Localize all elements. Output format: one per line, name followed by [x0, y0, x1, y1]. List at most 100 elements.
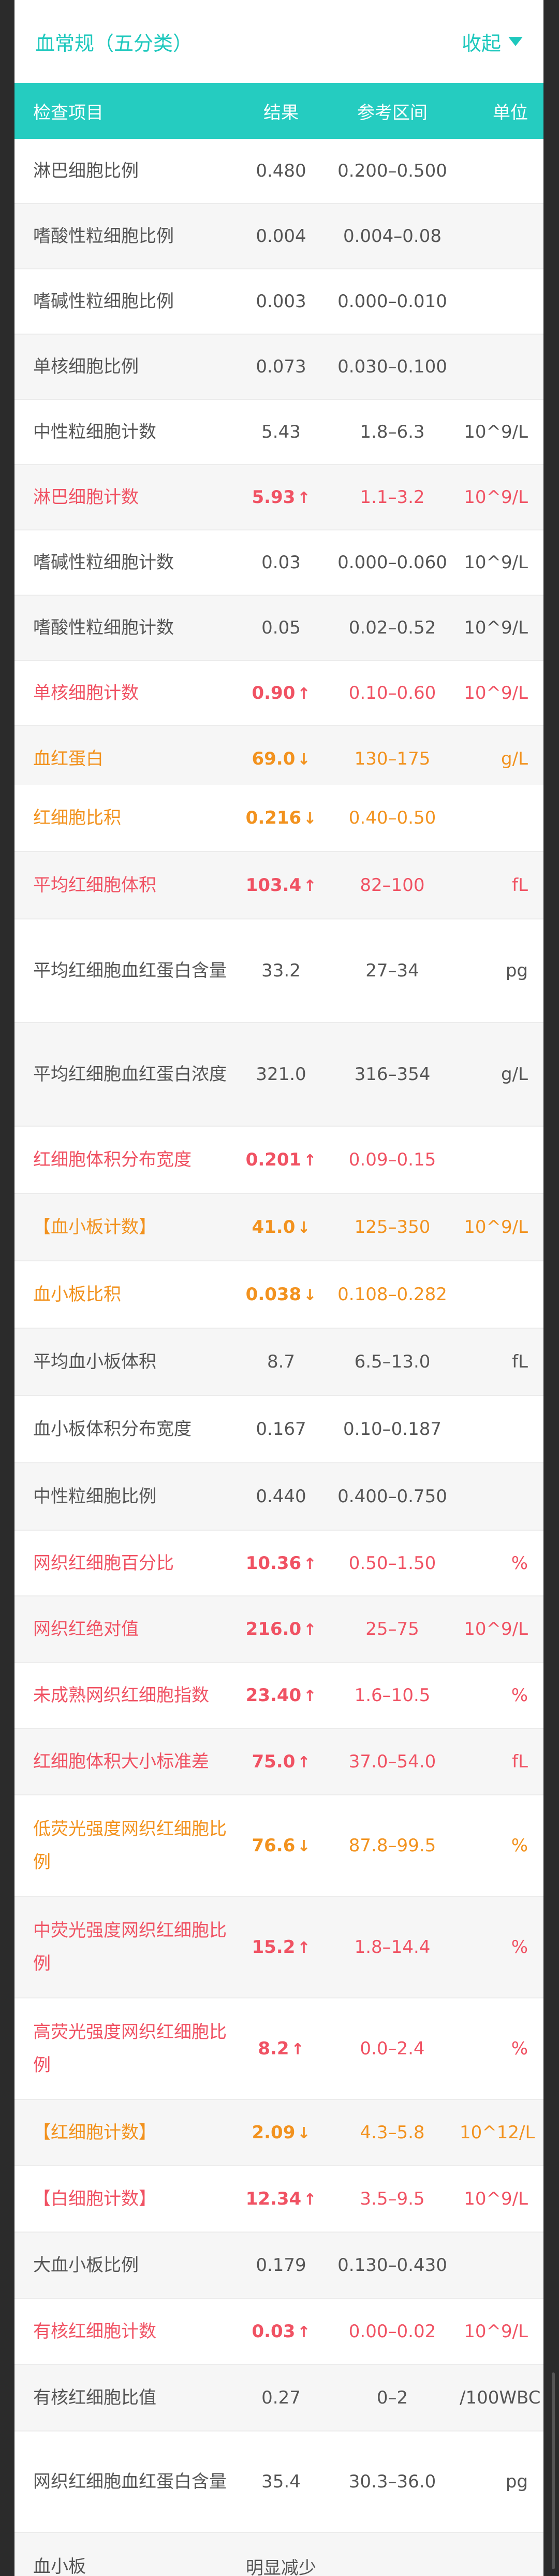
item-range: 6.5–13.0 — [354, 1351, 431, 1372]
item-unit: 10^9/L — [464, 617, 528, 638]
table-row: 平均红细胞血红蛋白含量 33.2 27–34 pg — [14, 919, 543, 1023]
item-range: 0.02–0.52 — [348, 617, 436, 638]
item-unit: 10^9/L — [464, 1619, 528, 1639]
item-result: 0.90 ↑ — [237, 683, 325, 703]
col-result-header: 结果 — [263, 102, 299, 123]
table-row: 【白细胞计数】 12.34 ↑ 3.5–9.5 10^9/L — [14, 2166, 543, 2233]
result-value: 75.0 — [252, 1751, 296, 1772]
item-unit: fL — [512, 875, 528, 896]
arrow-down-icon: ↓ — [297, 1837, 311, 1855]
item-unit: % — [511, 2038, 528, 2059]
item-range: 0.0–2.4 — [360, 2038, 425, 2059]
item-result: 0.03 ↑ — [237, 2321, 325, 2342]
table-row: 有核红细胞计数 0.03 ↑ 0.00–0.02 10^9/L — [14, 2299, 543, 2365]
item-unit: 10^9/L — [464, 422, 528, 442]
section-header: 血常规（五分类） 收起 — [14, 0, 543, 83]
table-row: 红细胞比积 0.216 ↓ 0.40–0.50 — [14, 785, 543, 852]
item-name: 血小板体积分布宽度 — [33, 1419, 192, 1440]
item-range: 0.09–0.15 — [348, 1149, 436, 1170]
item-range: 0.400–0.750 — [337, 1486, 447, 1507]
result-value: 15.2 — [252, 1937, 296, 1958]
result-value: 0.03 — [261, 552, 301, 573]
item-result: 35.4 — [237, 2471, 325, 2492]
item-result: 103.4 ↑ — [237, 875, 325, 896]
item-name: 红细胞体积大小标准差 — [33, 1751, 209, 1772]
item-name: 红细胞体积分布宽度 — [33, 1149, 192, 1170]
result-value: 103.4 — [245, 875, 302, 896]
item-range: 0.50–1.50 — [348, 1552, 436, 1574]
result-value: 41.0 — [252, 1217, 296, 1237]
item-name: 淋巴细胞计数 — [33, 487, 139, 508]
item-range: 0.030–0.100 — [337, 356, 447, 377]
item-result: 8.7 — [237, 1351, 325, 1372]
result-value: 0.038 — [245, 1284, 302, 1305]
report-section-1: 血常规（五分类） 收起 检查项目 结果 参考区间 单位 淋巴细胞比例 0.480 0… — [14, 0, 543, 785]
item-name: 有核红细胞计数 — [33, 2321, 156, 2342]
item-result: 41.0 ↓ — [237, 1217, 325, 1237]
item-name: 【白细胞计数】 — [33, 2189, 156, 2209]
table-body: 网织红绝对值 216.0 ↑ 25–75 10^9/L 未成熟网织红细胞指数 23.40 ↑ 1… — [14, 1596, 543, 2576]
item-name: 血小板 — [33, 2556, 86, 2576]
result-value: 10.36 — [245, 1552, 302, 1574]
collapse-button[interactable]: 收起 — [462, 27, 523, 56]
table-row: 低荧光强度网织红细胞比例 76.6 ↓ 87.8–99.5% — [14, 1795, 543, 1897]
item-result: 5.43 — [237, 422, 325, 442]
result-value: 0.167 — [256, 1419, 306, 1440]
table-row: 嗜碱性粒细胞计数 0.03 0.000–0.060 10^9/L — [14, 530, 543, 596]
result-value: 0.201 — [245, 1149, 302, 1170]
item-name: 高荧光强度网织红细胞比例 — [33, 2022, 227, 2076]
item-name: 平均红细胞血红蛋白含量 — [33, 960, 227, 981]
result-value: 8.7 — [267, 1351, 296, 1372]
item-result: 0.201 ↑ — [237, 1149, 325, 1170]
item-result: 0.003 — [237, 291, 325, 312]
arrow-down-icon: ↓ — [303, 1286, 317, 1304]
item-result: 0.167 — [237, 1419, 325, 1440]
item-name: 网织红细胞百分比 — [33, 1552, 174, 1574]
result-value: 8.2 — [258, 2038, 289, 2059]
result-value: 0.216 — [245, 808, 302, 828]
result-value: 0.90 — [252, 683, 296, 703]
result-value: 0.003 — [256, 291, 306, 312]
result-value: 2.09 — [252, 2122, 296, 2143]
result-value: 216.0 — [245, 1619, 302, 1639]
col-range-header: 参考区间 — [357, 102, 428, 123]
table-row: 【红细胞计数】 2.09 ↓ 4.3–5.8 10^12/L — [14, 2100, 543, 2166]
result-value: 0.073 — [256, 356, 306, 377]
arrow-up-icon: ↑ — [297, 1939, 311, 1957]
scrollbar[interactable] — [552, 2372, 555, 2569]
result-value: 明显减少 — [245, 2558, 316, 2576]
arrow-up-icon: ↑ — [303, 2191, 317, 2209]
arrow-up-icon: ↑ — [303, 1621, 317, 1639]
table-row: 嗜酸性粒细胞比例 0.004 0.004–0.08 — [14, 204, 543, 269]
item-result: 0.073 — [237, 356, 325, 377]
item-range: 87.8–99.5 — [348, 1835, 436, 1856]
item-range: 0.000–0.010 — [337, 291, 447, 312]
table-row: 平均红细胞体积 103.4 ↑ 82–100 fL — [14, 852, 543, 919]
table-row: 淋巴细胞计数 5.93 ↑ 1.1–3.2 10^9/L — [14, 465, 543, 530]
item-range: 0.10–0.60 — [348, 683, 436, 703]
table-row: 中性粒细胞比例 0.440 0.400–0.750 — [14, 1463, 543, 1531]
table-row: 网织红绝对值 216.0 ↑ 25–75 10^9/L — [14, 1596, 543, 1663]
item-range: 0.40–0.50 — [348, 808, 436, 828]
result-value: 0.179 — [256, 2255, 306, 2276]
result-value: 0.440 — [256, 1486, 306, 1507]
table-row: 嗜酸性粒细胞计数 0.05 0.02–0.52 10^9/L — [14, 596, 543, 661]
item-name: 【血小板计数】 — [33, 1217, 156, 1237]
item-unit: % — [511, 1685, 528, 1706]
item-result: 0.038 ↓ — [237, 1284, 325, 1305]
item-name: 红细胞比积 — [33, 808, 121, 828]
item-result: 10.36 ↑ — [237, 1553, 325, 1574]
item-range: 0.10–0.187 — [343, 1419, 442, 1440]
table-body: 淋巴细胞比例 0.480 0.200–0.500 嗜酸性粒细胞比例 0.004 0.004… — [14, 139, 543, 785]
item-name: 中性粒细胞计数 — [33, 422, 156, 442]
item-name: 淋巴细胞比例 — [33, 161, 139, 181]
item-unit: % — [511, 1552, 528, 1574]
report-section-2: 红细胞比积 0.216 ↓ 0.40–0.50 平均红细胞体积 103.4 ↑ 82–100 f… — [14, 785, 543, 1596]
item-range: 0.108–0.282 — [337, 1284, 447, 1305]
item-range: 1.6–10.5 — [354, 1685, 431, 1706]
item-result: 5.93 ↑ — [237, 487, 325, 508]
table-row: 高荧光强度网织红细胞比例 8.2 ↑ 0.0–2.4% — [14, 1998, 543, 2100]
table-row: 血小板 明显减少 — [14, 2533, 543, 2576]
item-name: 网织红绝对值 — [33, 1619, 139, 1639]
item-result: 0.27 — [237, 2387, 325, 2408]
